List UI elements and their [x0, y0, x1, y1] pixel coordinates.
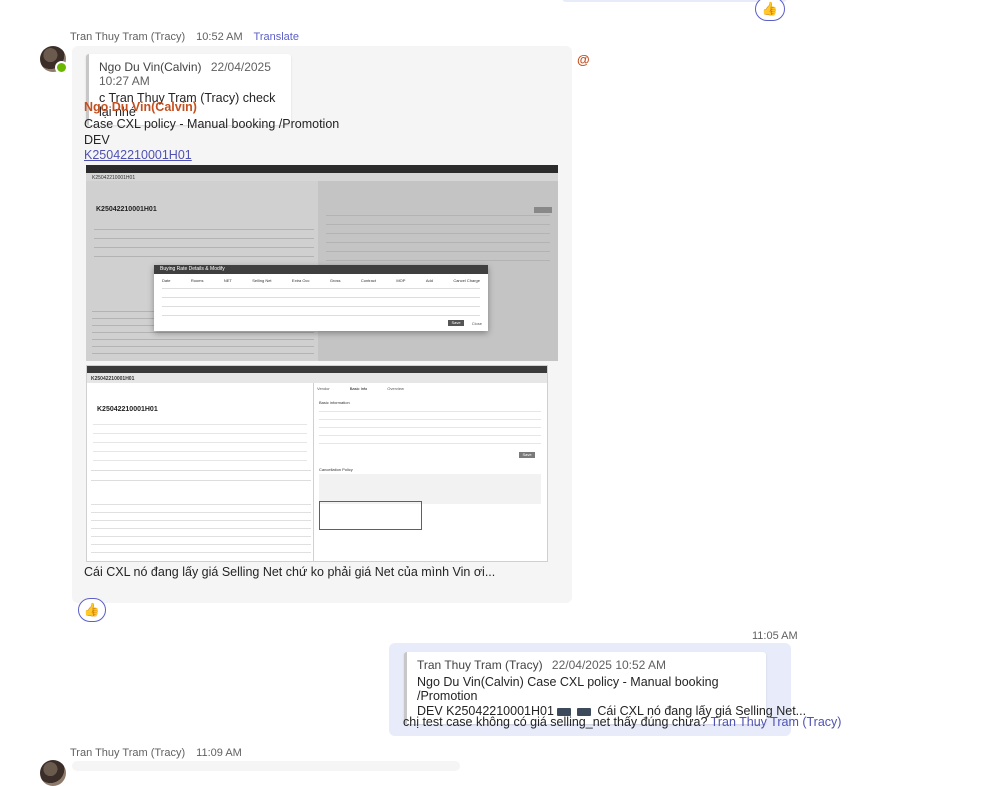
message-header: Tran Thuy Tram (Tracy) 10:52 AM Translat…: [70, 31, 299, 43]
browser-titlebar: [87, 366, 547, 373]
shot-booking-title: K25042210001H01: [97, 406, 158, 413]
message-text: chị test case không có giá selling_net t…: [403, 715, 842, 729]
quoted-message[interactable]: Tran Thuy Tram (Tracy) 22/04/2025 10:52 …: [404, 652, 806, 724]
mention[interactable]: Ngo Du Vin(Calvin): [84, 100, 197, 114]
thumbs-up-icon: 👍: [761, 1, 779, 16]
message-time: 11:09 AM: [196, 747, 242, 759]
message-line: DEV: [84, 133, 110, 147]
browser-address-bar: [87, 373, 547, 383]
avatar[interactable]: [40, 46, 68, 74]
mention-at-icon: @: [577, 52, 590, 67]
translate-link[interactable]: Translate: [254, 31, 299, 43]
shot-booking-title: K25042210001H01: [96, 206, 157, 213]
shot-policy-title: Cancellation Policy: [319, 467, 353, 472]
shot-save-button: Save: [519, 452, 535, 458]
message-line: Case CXL policy - Manual booking /Promot…: [84, 117, 340, 131]
message-caption: Cái CXL nó đang lấy giá Selling Net chứ …: [84, 565, 496, 579]
author-name: Tran Thuy Tram (Tracy): [70, 31, 186, 43]
modal-title: Buying Rate Details & Modify: [154, 265, 488, 274]
author-name: Tran Thuy Tram (Tracy): [70, 747, 186, 759]
message-time: 11:05 AM: [752, 630, 798, 642]
quoted-message[interactable]: Ngo Du Vin(Calvin) 22/04/2025 10:27 AM c…: [86, 54, 291, 125]
message-header: Tran Thuy Tram (Tracy) 11:09 AM: [70, 747, 250, 759]
mention[interactable]: Tran Thuy Tram (Tracy): [711, 715, 842, 729]
quote-time: 22/04/2025 10:52 AM: [551, 658, 667, 672]
modal-header-row: Date Rooms NET Selling Net Extra Occ Gro…: [162, 278, 480, 283]
shot-action-button: [534, 207, 552, 213]
divider: [313, 383, 314, 561]
rate-modal: Buying Rate Details & Modify Date Rooms …: [154, 265, 488, 331]
attached-screenshot[interactable]: K25042210001H01 K25042210001H01 Vendor B…: [86, 365, 548, 562]
booking-info-block: [94, 221, 314, 271]
browser-titlebar: [86, 165, 558, 173]
thumbs-up-icon: 👍: [83, 602, 101, 617]
previous-message-bubble: [562, 0, 787, 2]
attached-screenshot[interactable]: K25042210001H01 K25042210001H01 Buying R…: [86, 165, 558, 361]
modal-save-button: Save: [448, 320, 464, 326]
highlight-box: [319, 501, 422, 530]
thumbs-up-reaction[interactable]: 👍: [755, 0, 785, 21]
quote-line: Ngo Du Vin(Calvin) Case CXL policy - Man…: [417, 675, 719, 703]
basic-info-block: [319, 406, 541, 446]
browser-address-bar: [86, 173, 558, 181]
shot-right-tabs: Vendor Basic Info Overview: [317, 386, 404, 391]
message-time: 10:52 AM: [196, 31, 243, 43]
booking-link[interactable]: K25042210001H01: [84, 148, 192, 162]
message-bubble: [72, 761, 460, 771]
shot-basic-info-title: Basic information: [319, 400, 350, 405]
modal-close-button: Close: [471, 321, 482, 326]
booking-info-block: [93, 418, 307, 478]
avatar[interactable]: [40, 760, 66, 786]
thumbs-up-reaction[interactable]: 👍: [78, 598, 106, 622]
quote-author: Ngo Du Vin(Calvin): [99, 60, 202, 74]
shot-booking-id: K25042210001H01: [91, 376, 135, 382]
presence-available-icon: [55, 61, 68, 74]
booking-detail-table: [91, 500, 311, 560]
client-policy-block: [319, 474, 541, 504]
quote-author: Tran Thuy Tram (Tracy): [417, 658, 543, 672]
shot-tabs-row: [91, 470, 311, 481]
